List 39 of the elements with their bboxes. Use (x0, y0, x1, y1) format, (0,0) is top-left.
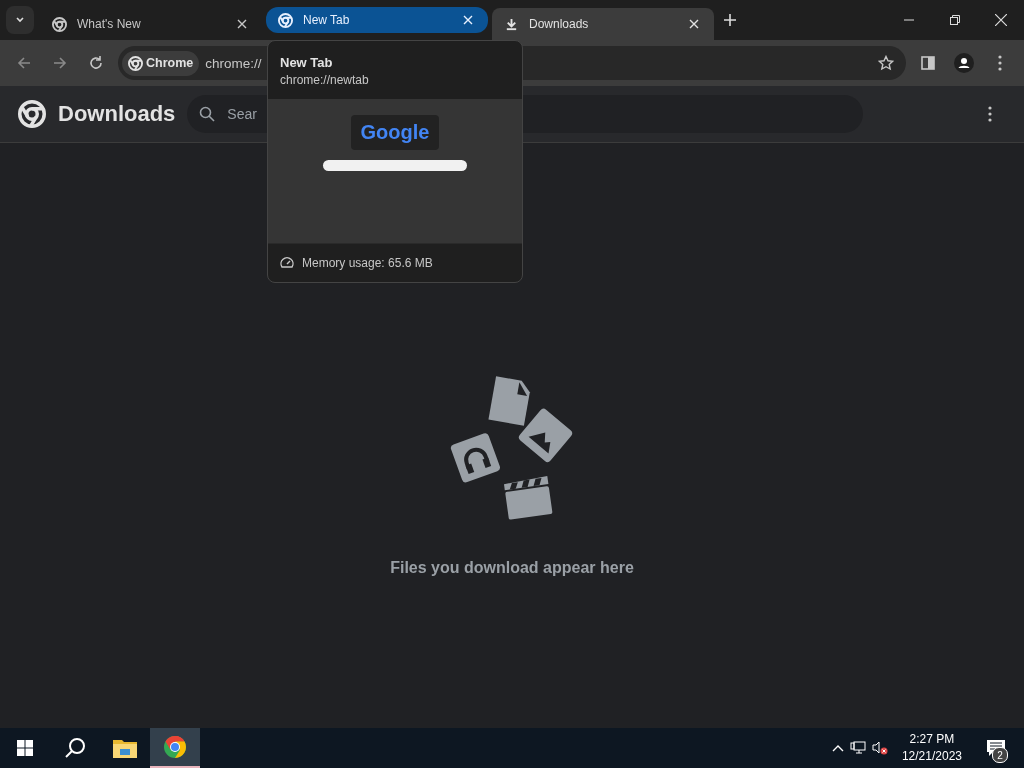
chrome-logo-icon (52, 16, 67, 32)
chrome-logo-icon (128, 55, 143, 71)
browser-tab[interactable]: What's New (40, 8, 262, 40)
page-title: Downloads (58, 101, 176, 127)
preview-logo: Google (350, 115, 440, 150)
gauge-icon (280, 256, 294, 270)
forward-arrow-icon (52, 55, 68, 71)
tab-search-button[interactable] (6, 6, 34, 34)
chrome-logo-icon (18, 100, 46, 128)
card-title: New Tab (279, 54, 334, 72)
back-arrow-icon (16, 55, 32, 71)
chrome-logo-icon (278, 12, 293, 28)
browser-tab[interactable]: New Tab (266, 7, 488, 33)
star-icon (878, 55, 894, 71)
clock-time[interactable]: 2:27 PM (909, 731, 955, 748)
browser-tab[interactable]: Downloads (492, 8, 714, 40)
empty-state-message: Files you download appear here (390, 558, 634, 577)
close-icon (995, 14, 1007, 26)
folder-icon (113, 738, 137, 758)
chevron-down-icon (15, 15, 25, 25)
search-icon (64, 737, 86, 759)
search-icon (199, 106, 216, 122)
url-text: chrome:// (205, 55, 262, 71)
reload-icon (88, 55, 104, 71)
card-url: chrome://newtab (279, 73, 370, 89)
notification-count: 2 (992, 747, 1008, 763)
muted-volume-icon[interactable] (871, 741, 888, 755)
restore-icon (950, 15, 960, 25)
notification-button[interactable]: 2 (976, 728, 1016, 768)
clock-date[interactable]: 12/21/2023 (901, 748, 962, 765)
network-icon[interactable] (849, 741, 866, 755)
windows-logo-icon (17, 740, 33, 756)
chrome-taskbar-button[interactable] (150, 728, 200, 768)
memory-usage-text: Memory usage: 65.6 MB (302, 256, 433, 270)
chrome-logo-icon (163, 735, 187, 759)
plus-icon (724, 14, 736, 26)
download-icon (504, 16, 519, 32)
site-chip[interactable]: Chrome (122, 50, 200, 76)
chevron-up-icon[interactable] (831, 744, 844, 752)
